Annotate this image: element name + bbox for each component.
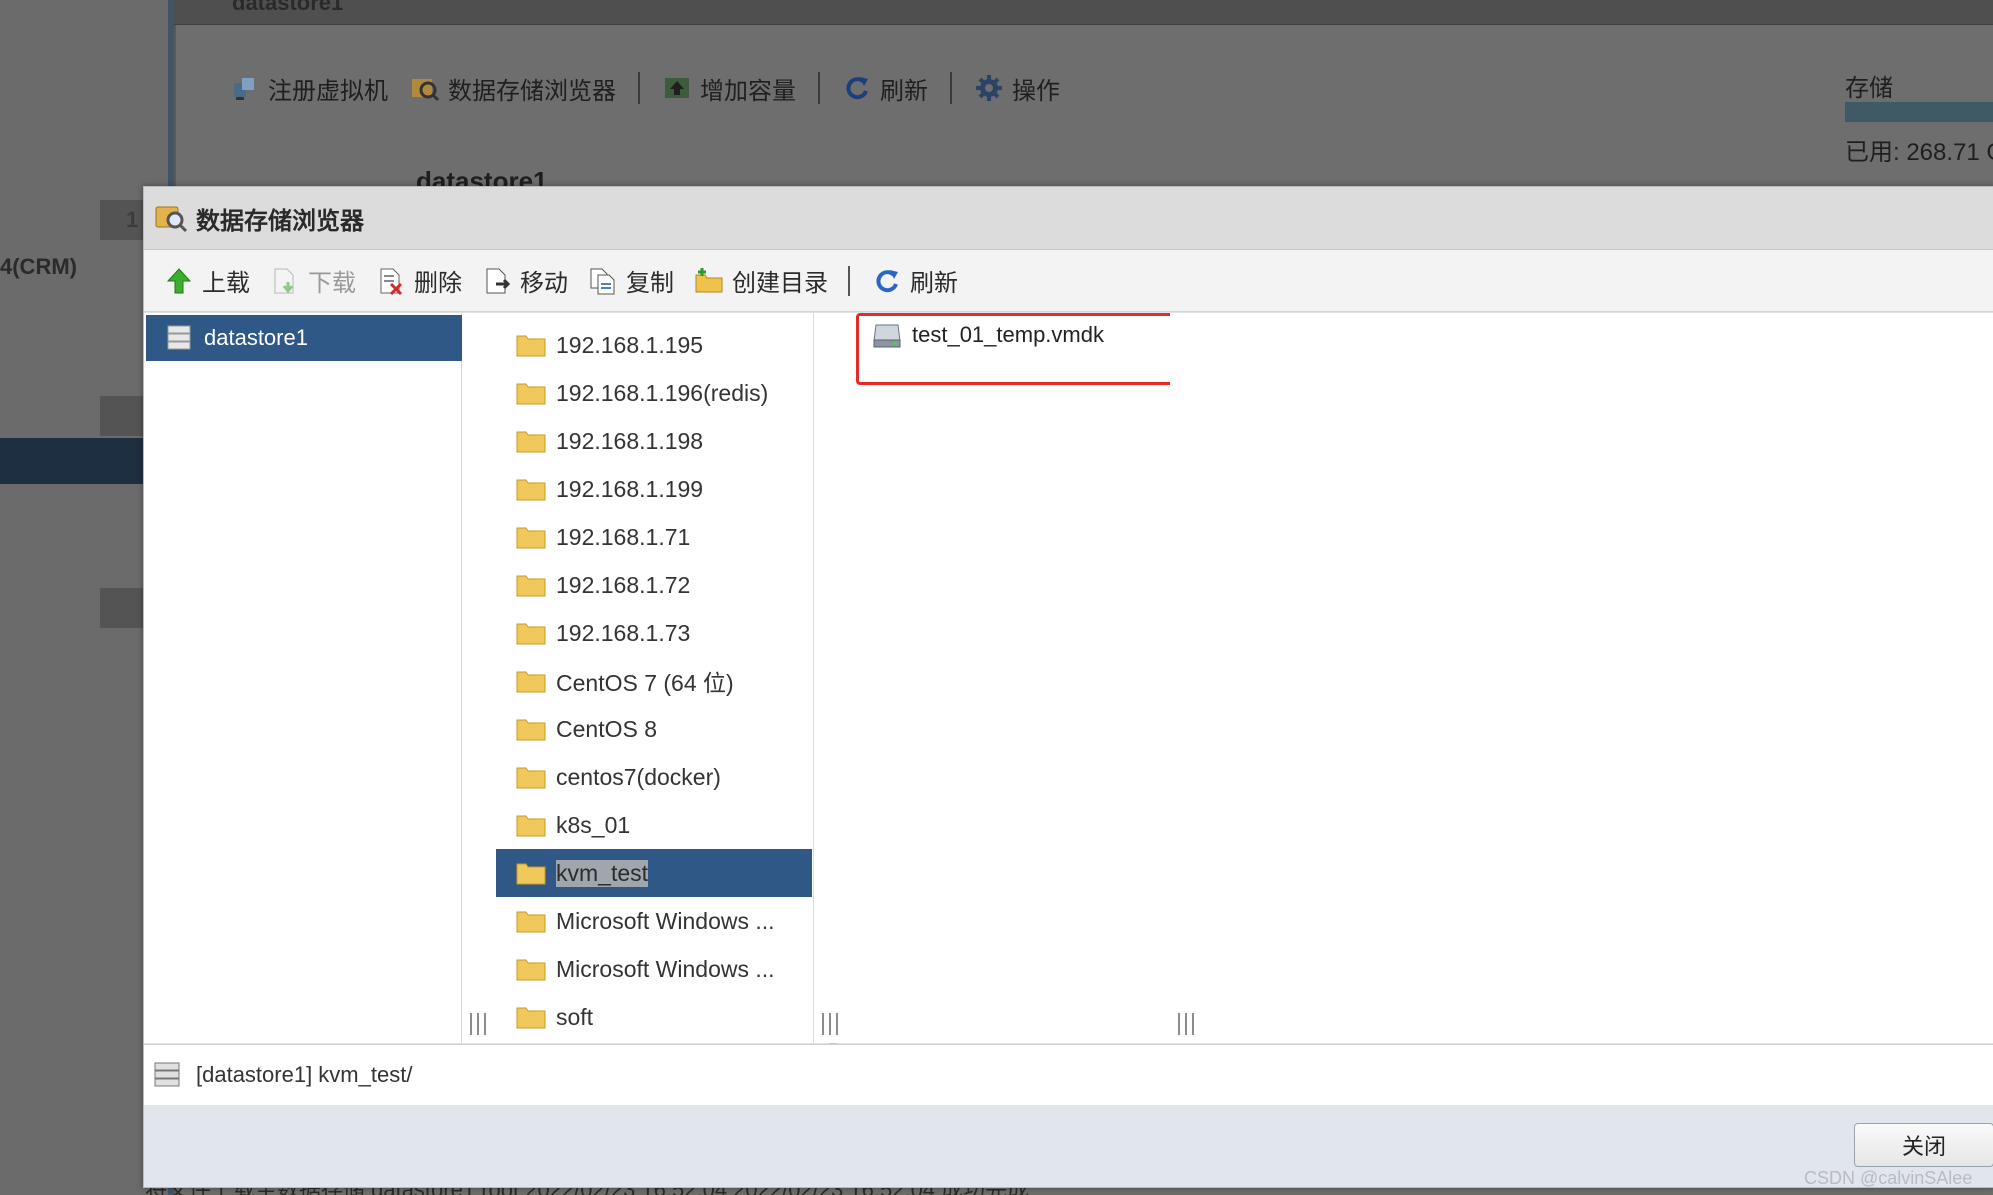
- upload-button[interactable]: 上载: [164, 263, 250, 298]
- folder-item[interactable]: soft: [496, 993, 812, 1041]
- folder-item[interactable]: 192.168.1.73: [496, 609, 812, 657]
- disk-file-icon: [873, 324, 901, 348]
- folder-item[interactable]: 192.168.1.199: [496, 465, 812, 513]
- toolbar-separator: [848, 265, 850, 296]
- copy-button[interactable]: 复制: [588, 263, 674, 298]
- background-increase-capacity-button: 增加容量: [662, 71, 796, 106]
- new-folder-icon: [695, 267, 723, 292]
- folder-icon: [516, 911, 546, 933]
- background-toolbar: 注册虚拟机 数据存储浏览器 增加容量 刷新 操作: [230, 66, 1082, 110]
- folder-icon: [516, 527, 546, 549]
- folder-item[interactable]: CentOS 8: [496, 705, 812, 753]
- folder-icon: [516, 623, 546, 645]
- file-item[interactable]: test_01_temp.vmdk: [872, 321, 1104, 349]
- folder-item[interactable]: centos7(docker): [496, 753, 812, 801]
- folder-item[interactable]: 192.168.1.196(redis): [496, 369, 812, 417]
- datastore-pane: datastore1: [144, 313, 462, 1043]
- move-button[interactable]: 移动: [482, 263, 568, 298]
- background-datastore-browser-button: 数据存储浏览器: [410, 71, 616, 106]
- delete-file-icon: [380, 268, 403, 295]
- folder-item[interactable]: 192.168.1.195: [496, 321, 812, 369]
- details-pane: [1202, 313, 1993, 1043]
- folder-icon: [516, 431, 546, 453]
- dialog-title: 数据存储浏览器: [196, 207, 364, 235]
- toolbar-separator: [818, 72, 820, 104]
- dialog-toolbar: 上载 下载 删除 移动 复制 创建目录 刷新: [144, 250, 1993, 312]
- datastore-browser-dialog: 数据存储浏览器 上载 下载 删除 移动 复制 创建目录 刷新 datastore…: [143, 186, 1993, 1188]
- folder-icon: [516, 959, 546, 981]
- folder-item-selected[interactable]: kvm_test: [496, 849, 812, 897]
- file-pane: [846, 313, 1170, 1043]
- background-header-title: datastore1: [232, 0, 344, 15]
- folder-icon: [516, 719, 546, 741]
- folder-item[interactable]: CentOS 7 (64 位): [496, 657, 812, 705]
- pane-splitter[interactable]: [462, 313, 495, 1043]
- splitter-grip-icon: [1178, 1013, 1194, 1035]
- folder-icon: [516, 335, 546, 357]
- current-path: [datastore1] kvm_test/: [196, 1062, 413, 1087]
- folder-icon: [516, 767, 546, 789]
- increase-capacity-icon: [665, 78, 689, 98]
- folder-icon: [516, 815, 546, 837]
- refresh-button[interactable]: 刷新: [872, 263, 958, 298]
- dialog-titlebar[interactable]: 数据存储浏览器: [144, 187, 1993, 250]
- splitter-grip-icon: [470, 1013, 486, 1035]
- datastore-icon: [154, 1062, 180, 1087]
- folder-icon: [516, 383, 546, 405]
- register-vm-icon: [234, 78, 254, 100]
- folder-icon: [516, 479, 546, 501]
- pane-splitter[interactable]: [814, 313, 847, 1043]
- watermark: CSDN @calvinSAlee: [1804, 1168, 1973, 1188]
- folder-item[interactable]: 192.168.1.72: [496, 561, 812, 609]
- refresh-icon: [876, 269, 898, 292]
- splitter-grip-icon: [822, 1013, 838, 1035]
- copy-file-icon: [590, 268, 615, 294]
- background-actions-button: 操作: [974, 71, 1060, 106]
- download-file-icon: [274, 268, 294, 293]
- datastore-browser-icon: [155, 206, 188, 233]
- gear-icon: [976, 75, 1002, 101]
- background-used-label: 已用: 268.71 G: [1845, 139, 1993, 166]
- folder-icon: [516, 863, 546, 885]
- upload-arrow-icon: [166, 267, 192, 293]
- create-directory-button[interactable]: 创建目录: [694, 263, 828, 298]
- dialog-footer: 关闭: [144, 1105, 1993, 1187]
- toolbar-separator: [950, 72, 952, 104]
- background-sidebar-badge: 1: [100, 200, 146, 240]
- background-sidebar-button: [100, 588, 146, 628]
- folder-item[interactable]: k8s_01: [496, 801, 812, 849]
- folder-icon: [516, 671, 546, 693]
- folder-item[interactable]: Microsoft Windows ...: [496, 945, 812, 993]
- folder-item[interactable]: 192.168.1.198: [496, 417, 812, 465]
- file-item-label: test_01_temp.vmdk: [912, 322, 1104, 347]
- folder-icon: [516, 1007, 546, 1029]
- datastore-icon: [167, 325, 191, 350]
- close-button[interactable]: 关闭: [1854, 1123, 1993, 1167]
- background-storage-bar: [1845, 102, 1993, 122]
- browser-panes: datastore1 192.168.1.195 192.168.1.196(r…: [144, 313, 1993, 1045]
- datastore-browser-icon: [412, 79, 440, 102]
- folder-item[interactable]: 192.168.1.71: [496, 513, 812, 561]
- folder-list: 192.168.1.195 192.168.1.196(redis) 192.1…: [496, 321, 812, 1041]
- delete-button[interactable]: 删除: [376, 263, 462, 298]
- move-file-icon: [486, 268, 511, 293]
- refresh-icon: [846, 77, 868, 100]
- toolbar-separator: [638, 72, 640, 104]
- background-sidebar-button: [100, 396, 146, 436]
- background-vm-label: 4(CRM): [0, 254, 77, 279]
- background-refresh-button: 刷新: [842, 71, 928, 106]
- folder-item[interactable]: Microsoft Windows ...: [496, 897, 812, 945]
- path-bar: [datastore1] kvm_test/: [144, 1044, 1993, 1106]
- background-header: datastore1: [174, 0, 1993, 25]
- pane-splitter[interactable]: [1170, 313, 1203, 1043]
- background-storage-label: 存储: [1845, 75, 1893, 102]
- datastore-item-label: datastore1: [204, 325, 308, 350]
- folder-icon: [516, 575, 546, 597]
- background-register-vm-button: 注册虚拟机: [230, 71, 388, 106]
- background-sidebar-selected: [0, 438, 146, 484]
- download-button[interactable]: 下载: [270, 263, 356, 298]
- datastore-item[interactable]: datastore1: [146, 315, 462, 361]
